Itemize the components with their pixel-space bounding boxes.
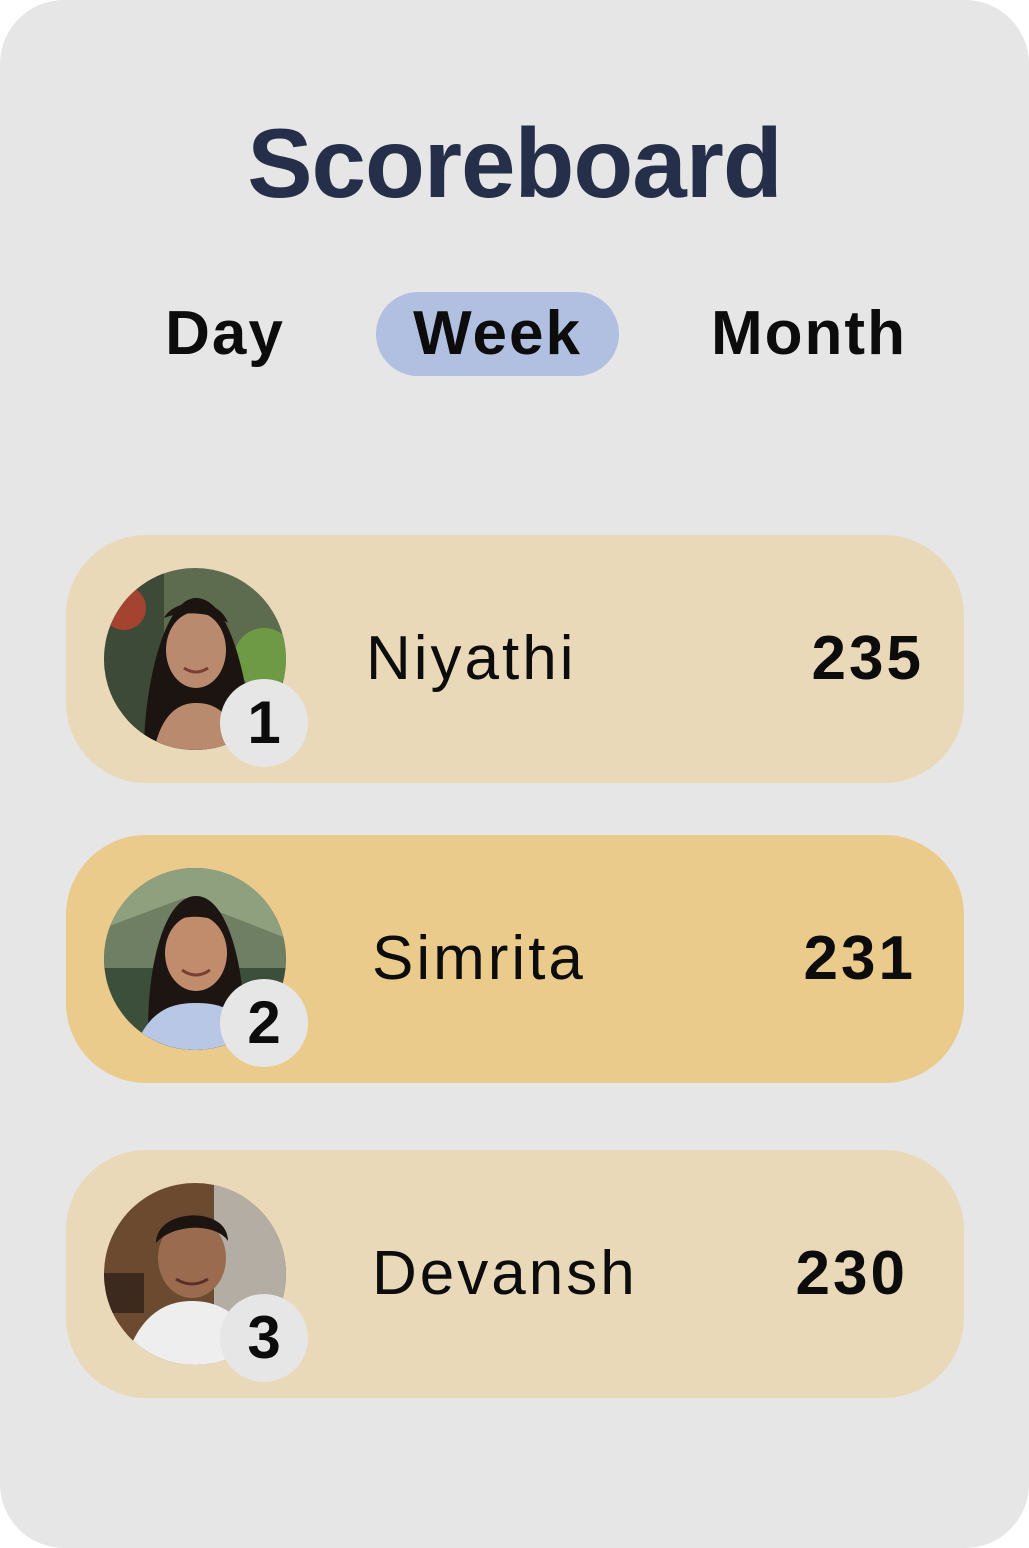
- leaderboard-row-1[interactable]: 1 Niyathi 235: [66, 535, 964, 783]
- tab-day[interactable]: Day: [150, 292, 300, 376]
- rank-badge: 3: [220, 1294, 308, 1382]
- leaderboard-row-3[interactable]: 3 Devansh 230: [66, 1150, 964, 1398]
- leaderboard-row-2[interactable]: 2 Simrita 231: [66, 835, 964, 1083]
- page-title: Scoreboard: [247, 108, 783, 218]
- player-score: 231: [803, 924, 916, 993]
- tab-month[interactable]: Month: [698, 292, 920, 376]
- player-name: Niyathi: [366, 624, 577, 693]
- player-name: Simrita: [372, 924, 586, 993]
- player-score: 235: [811, 624, 924, 693]
- scoreboard-card: Scoreboard Day Week Month 1 Niyathi 235: [0, 0, 1029, 1548]
- rank-badge: 2: [220, 979, 308, 1067]
- player-name: Devansh: [372, 1239, 638, 1308]
- rank-badge: 1: [220, 679, 308, 767]
- tab-week[interactable]: Week: [376, 292, 619, 376]
- player-score: 230: [795, 1239, 908, 1308]
